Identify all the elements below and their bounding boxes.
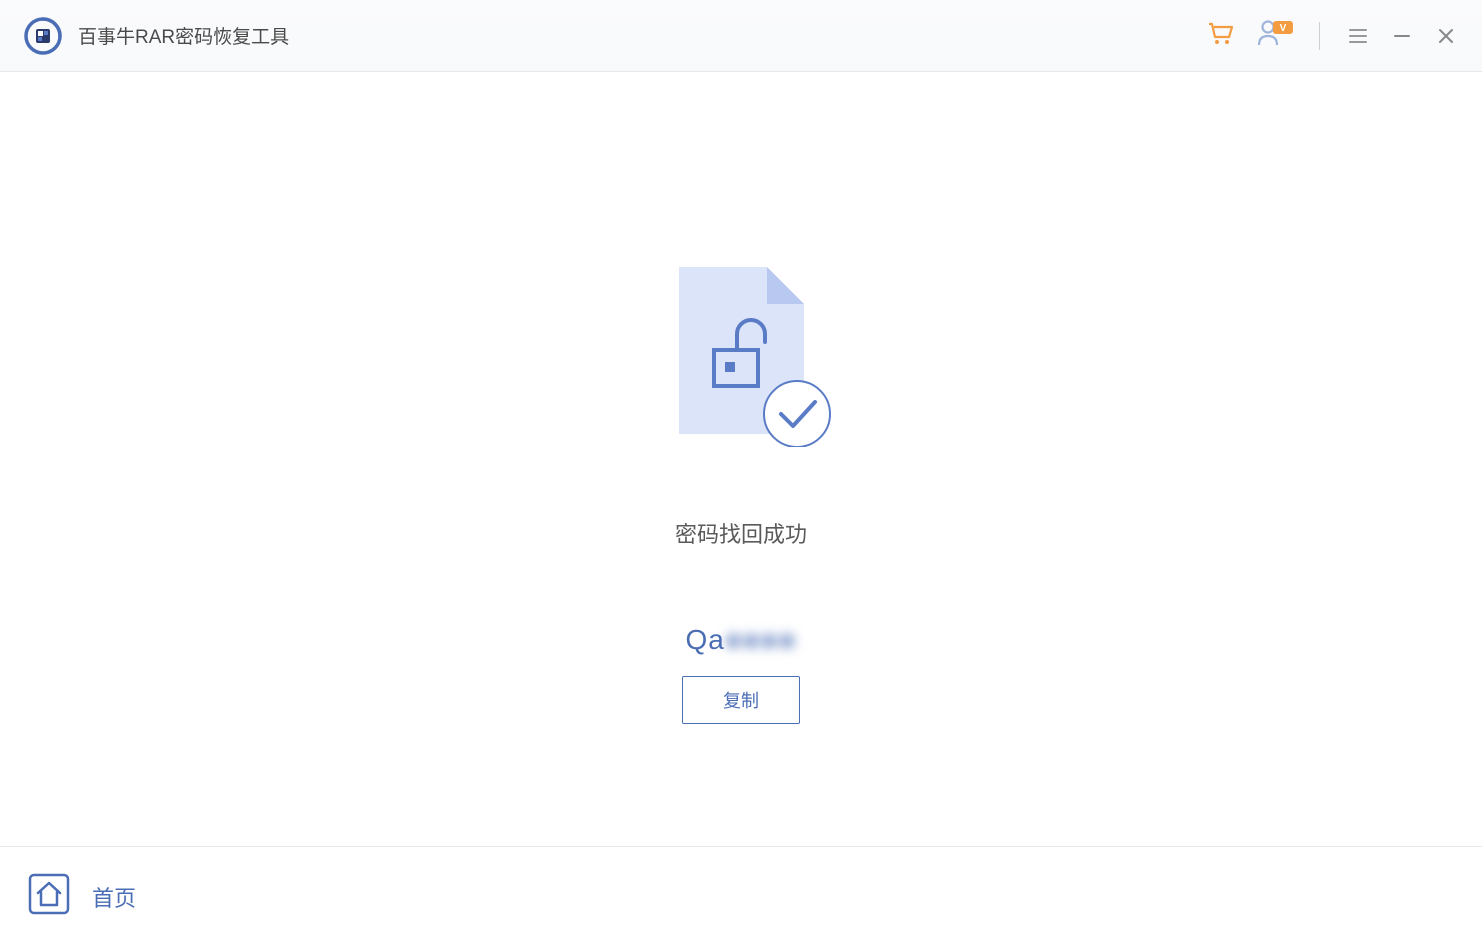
recovered-password: Qa●●●● bbox=[685, 624, 796, 656]
file-unlocked-success-icon bbox=[649, 262, 834, 452]
user-vip-icon[interactable]: V bbox=[1255, 18, 1293, 53]
header-right: V bbox=[1205, 18, 1458, 53]
app-footer: 首页 bbox=[0, 846, 1482, 946]
cart-icon[interactable] bbox=[1205, 18, 1235, 53]
main-content: 密码找回成功 Qa●●●● 复制 bbox=[0, 72, 1482, 782]
svg-text:V: V bbox=[1280, 23, 1287, 34]
home-label[interactable]: 首页 bbox=[92, 881, 136, 913]
success-message: 密码找回成功 bbox=[675, 517, 807, 549]
close-icon[interactable] bbox=[1434, 24, 1458, 48]
menu-icon[interactable] bbox=[1346, 24, 1370, 48]
password-visible-part: Qa bbox=[685, 624, 724, 655]
app-logo bbox=[24, 17, 62, 55]
copy-button[interactable]: 复制 bbox=[682, 676, 800, 724]
app-title: 百事牛RAR密码恢复工具 bbox=[78, 22, 289, 49]
header-left: 百事牛RAR密码恢复工具 bbox=[24, 17, 289, 55]
header-divider bbox=[1319, 22, 1320, 50]
app-header: 百事牛RAR密码恢复工具 V bbox=[0, 0, 1482, 72]
minimize-icon[interactable] bbox=[1390, 24, 1414, 48]
password-hidden-part: ●●●● bbox=[725, 624, 797, 656]
home-icon[interactable] bbox=[28, 873, 70, 920]
